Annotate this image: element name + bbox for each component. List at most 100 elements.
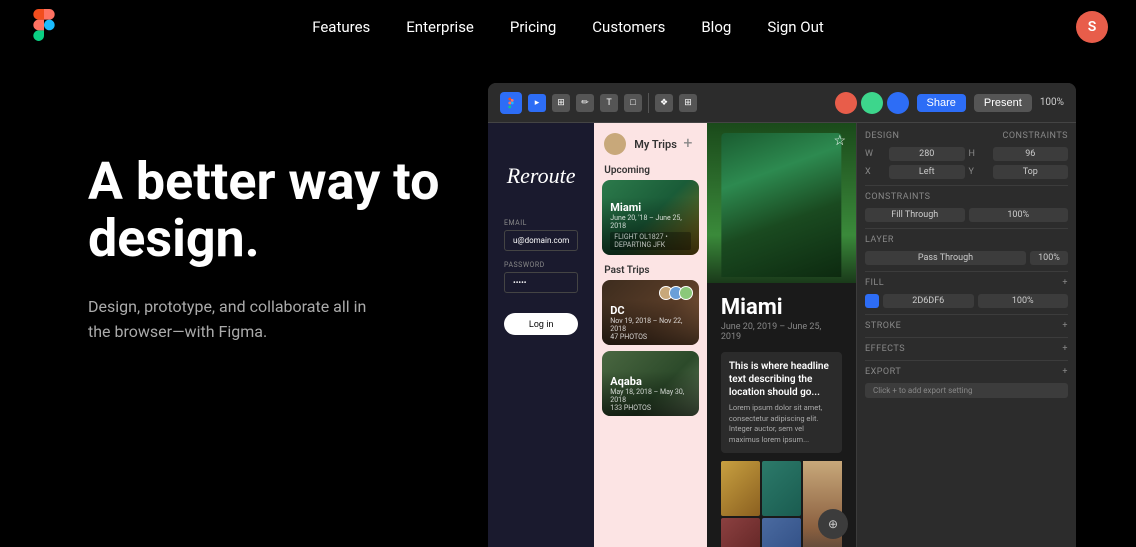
password-input-display: •••••	[504, 272, 578, 293]
toolbar-separator	[648, 93, 649, 113]
miami-detail-dates: June 20, 2019 – June 25, 2019	[721, 322, 842, 342]
figma-window: ▸ ⊞ ✏ T □ ❖ ⊞ Share Present	[488, 83, 1076, 547]
fill-hex-input[interactable]: 2D6DF6	[883, 294, 974, 308]
miami-bg-image: ☆	[707, 123, 856, 283]
frame-tool-icon[interactable]: ⊞	[552, 94, 570, 112]
miami-card-city: Miami	[610, 201, 691, 214]
hero-subheadline: Design, prototype, and collaborate all i…	[88, 295, 388, 345]
logo[interactable]	[28, 9, 60, 45]
miami-card: Miami June 20, '18 – June 25, 2018 FLIGH…	[602, 180, 699, 255]
miami-photo-4	[762, 518, 801, 547]
export-settings-input[interactable]: Click + to add export setting	[865, 383, 1068, 398]
stroke-section-title: STROKE +	[865, 321, 1068, 331]
miami-body-text: Lorem ipsum dolor sit amet, consectetur …	[729, 403, 834, 445]
travel-app-panel: My Trips + Upcoming Miami June 20, '18 –…	[594, 123, 707, 547]
constraint-pct[interactable]: 100%	[969, 208, 1069, 222]
dc-card-bg: DC Nov 19, 2018 – Nov 22, 2018 47 PHOTOS	[602, 280, 699, 345]
email-input-display: u@domain.com	[504, 230, 578, 251]
nav-enterprise[interactable]: Enterprise	[406, 18, 474, 36]
app-mockup: Reroute EMAIL u@domain.com PASSWORD ••••…	[488, 123, 856, 547]
miami-detail-panel: ☆ Miami June 20, 2019 – June 25, 2019 Th…	[707, 123, 856, 547]
design-section: DESIGN CONSTRAINTS W 280 H 96 X	[865, 131, 1068, 398]
present-button[interactable]: Present	[974, 94, 1032, 112]
rect-tool-icon[interactable]: □	[624, 94, 642, 112]
dc-photos-count: 47 PHOTOS	[610, 333, 691, 341]
toolbar-right: Share Present 100%	[835, 92, 1064, 114]
miami-card-flight: FLIGHT OL1827 • DEPARTING JFK	[610, 232, 691, 250]
email-field-group: EMAIL u@domain.com	[504, 219, 578, 251]
miami-card-date: June 20, '18 – June 25, 2018	[610, 214, 691, 230]
fill-color-swatch[interactable]	[865, 294, 879, 308]
miami-star-icon: ☆	[833, 133, 846, 149]
fill-section-title: FILL +	[865, 278, 1068, 288]
collaborator-avatar-1	[835, 92, 857, 114]
constraints-label: CONSTRAINTS	[865, 192, 1068, 202]
aqaba-card-overlay: Aqaba May 18, 2018 – May 30, 2018 133 PH…	[602, 371, 699, 416]
travel-user-avatar	[604, 133, 626, 155]
x-input[interactable]: Left	[889, 165, 965, 179]
miami-description-box: This is where headline text describing t…	[721, 352, 842, 453]
panel-divider-4	[865, 314, 1068, 315]
dc-avatar-3	[679, 286, 693, 300]
dc-card-overlay: DC Nov 19, 2018 – Nov 22, 2018 47 PHOTOS	[602, 300, 699, 345]
height-input[interactable]: 96	[993, 147, 1069, 161]
figma-main-area: Reroute EMAIL u@domain.com PASSWORD ••••…	[488, 123, 1076, 547]
arrange-icon[interactable]: ⊞	[679, 94, 697, 112]
travel-app-title: My Trips	[634, 138, 677, 151]
pen-tool-icon[interactable]: ✏	[576, 94, 594, 112]
user-avatar[interactable]: S	[1076, 11, 1108, 43]
collaborator-avatar-3	[887, 92, 909, 114]
hero-headline: A better way to design.	[88, 153, 468, 267]
nav-links: Features Enterprise Pricing Customers Bl…	[312, 17, 824, 36]
panel-divider-1	[865, 185, 1068, 186]
opacity-input[interactable]: 100%	[1030, 251, 1068, 265]
reroute-logo: Reroute	[507, 163, 576, 189]
nav-pricing[interactable]: Pricing	[510, 18, 556, 36]
collaborators	[835, 92, 909, 114]
share-button[interactable]: Share	[917, 94, 966, 112]
hero-section: A better way to design. Design, prototyp…	[88, 93, 468, 345]
nav-customers[interactable]: Customers	[592, 18, 665, 36]
design-label: DESIGN CONSTRAINTS	[865, 131, 1068, 141]
nav-features[interactable]: Features	[312, 18, 370, 36]
nav-blog[interactable]: Blog	[701, 18, 731, 36]
aqaba-card-bg: Aqaba May 18, 2018 – May 30, 2018 133 PH…	[602, 351, 699, 416]
miami-city-name: Miami	[721, 295, 842, 320]
opacity-control: 100%	[1030, 251, 1068, 265]
travel-header: My Trips +	[594, 123, 707, 161]
miami-photo-2	[762, 461, 801, 516]
miami-card-bg: Miami June 20, '18 – June 25, 2018 FLIGH…	[602, 180, 699, 255]
aqaba-card-city: Aqaba	[610, 375, 691, 388]
figma-toolbar: ▸ ⊞ ✏ T □ ❖ ⊞ Share Present	[488, 83, 1076, 123]
dc-avatars	[663, 286, 693, 300]
effects-section-title: EFFECTS +	[865, 344, 1068, 354]
move-tool-icon[interactable]: ▸	[528, 94, 546, 112]
layer-section-title: LAYER	[865, 235, 1068, 245]
constraint-h[interactable]: Fill Through	[865, 208, 965, 222]
dc-card: DC Nov 19, 2018 – Nov 22, 2018 47 PHOTOS	[602, 280, 699, 345]
panel-divider-2	[865, 228, 1068, 229]
y-input[interactable]: Top	[993, 165, 1069, 179]
aqaba-photos-count: 133 PHOTOS	[610, 404, 691, 412]
dc-card-date: Nov 19, 2018 – Nov 22, 2018	[610, 317, 691, 333]
fill-row: 2D6DF6 100%	[865, 294, 1068, 308]
figma-right-panel: DESIGN CONSTRAINTS W 280 H 96 X	[856, 123, 1076, 547]
component-icon[interactable]: ❖	[655, 94, 673, 112]
constraints-row: Fill Through 100%	[865, 208, 1068, 222]
blend-mode-row: Pass Through 100%	[865, 251, 1068, 265]
figma-menu-icon[interactable]	[500, 92, 522, 114]
panel-divider-6	[865, 360, 1068, 361]
xy-row: X Left Y Top	[865, 165, 1068, 179]
export-section-title: EXPORT +	[865, 367, 1068, 377]
fill-opacity-input[interactable]: 100%	[978, 294, 1069, 308]
login-button-display: Log in	[504, 313, 578, 335]
collaborator-avatar-2	[861, 92, 883, 114]
toolbar-icons: ▸ ⊞ ✏ T □ ❖ ⊞	[500, 92, 697, 114]
width-input[interactable]: 280	[889, 147, 965, 161]
text-tool-icon[interactable]: T	[600, 94, 618, 112]
figma-canvas[interactable]: Reroute EMAIL u@domain.com PASSWORD ••••…	[488, 123, 856, 547]
past-trips-label: Past Trips	[594, 261, 707, 280]
nav-signout[interactable]: Sign Out	[767, 18, 823, 36]
blend-mode-select[interactable]: Pass Through	[865, 251, 1026, 265]
height-label: H	[969, 149, 989, 159]
